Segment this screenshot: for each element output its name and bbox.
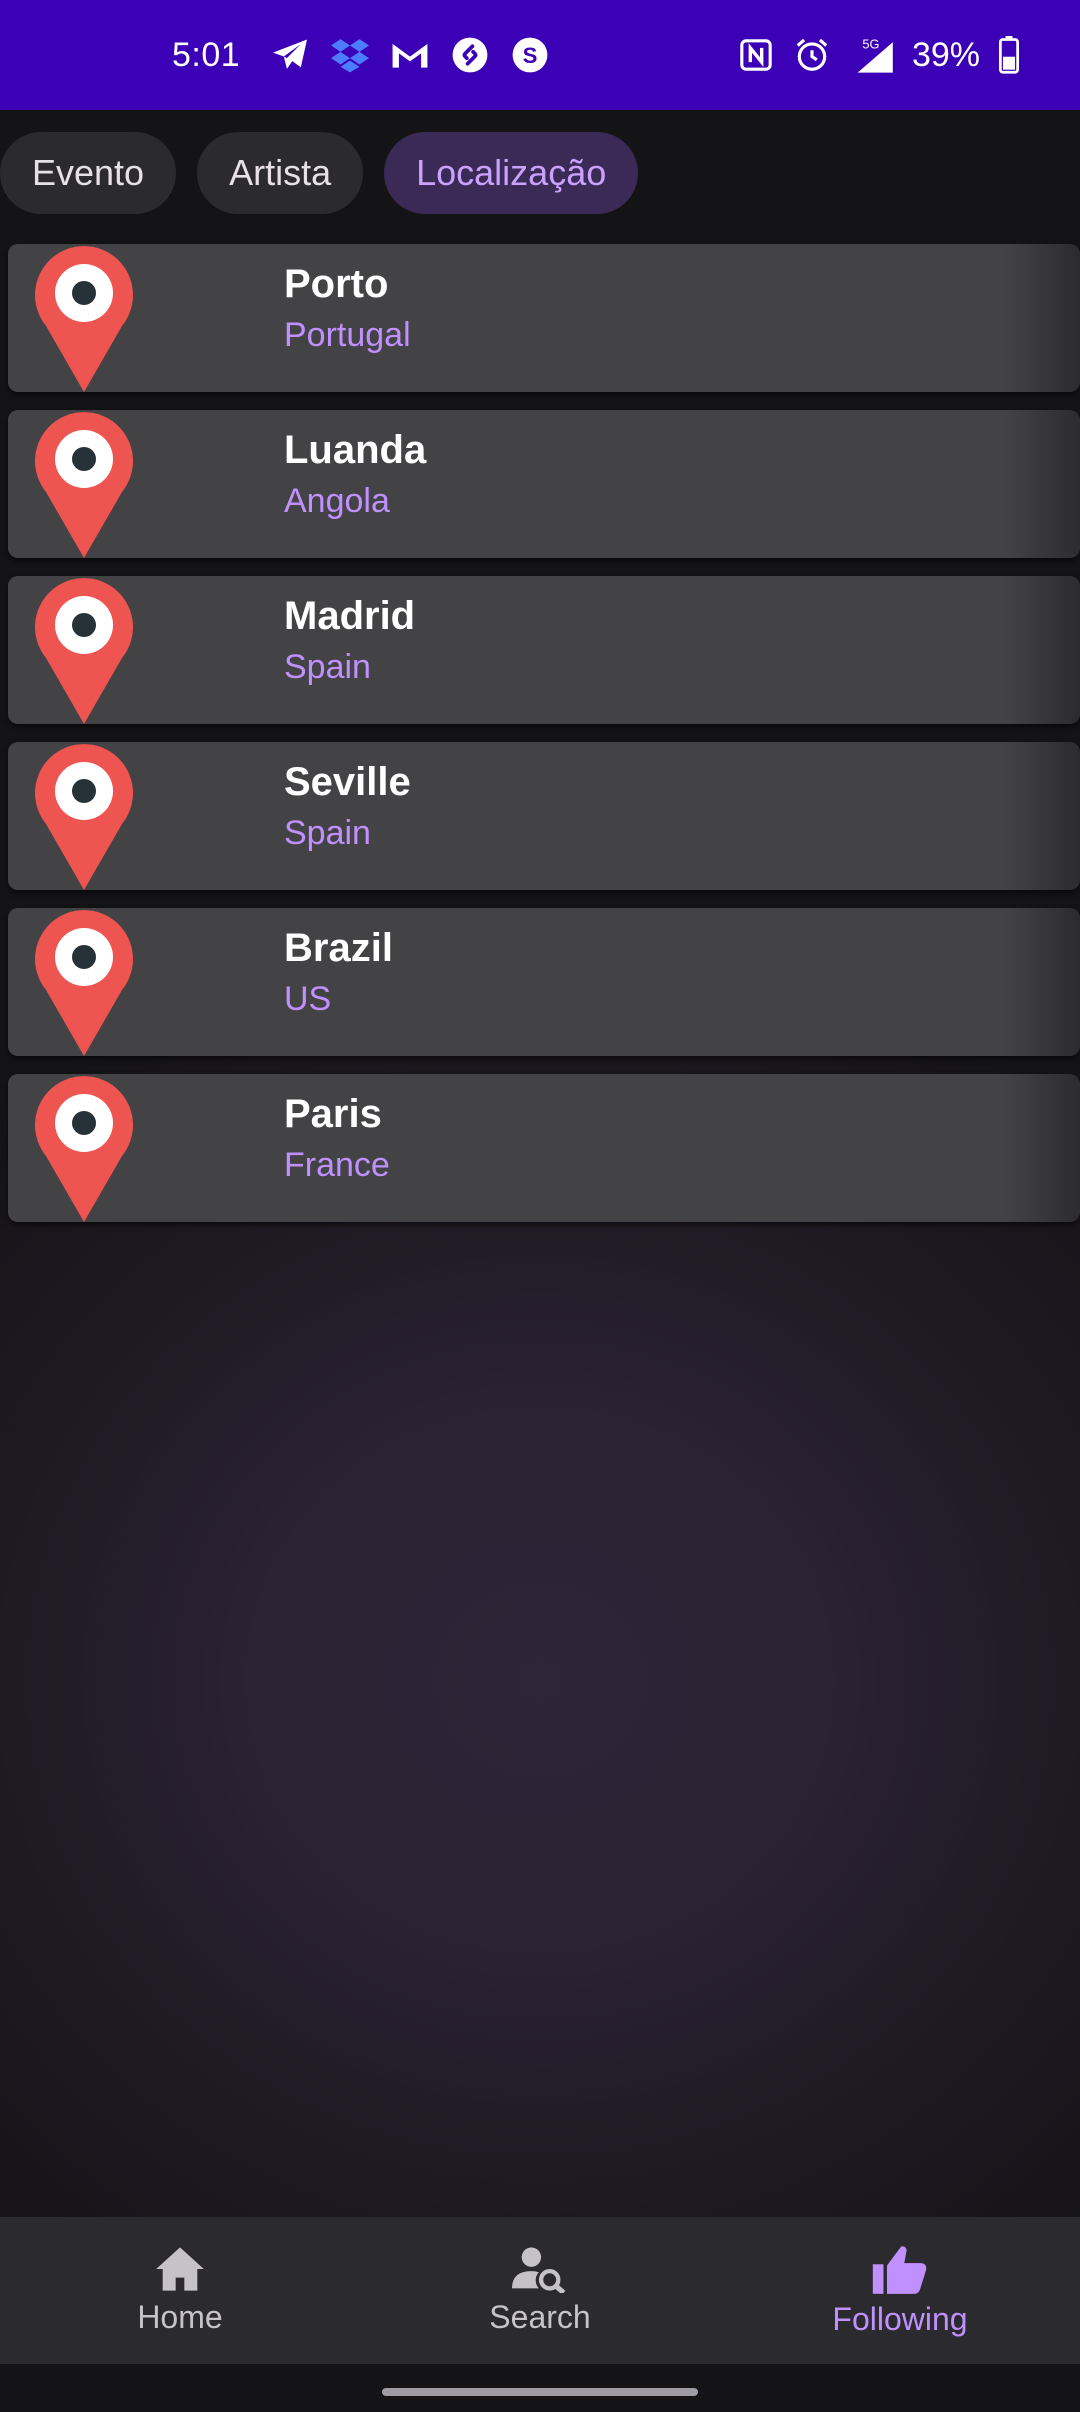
person-search-icon: [512, 2247, 566, 2293]
telegram-icon: [270, 35, 310, 75]
signal-icon: 5G: [848, 35, 896, 75]
location-card[interactable]: Brazil US: [8, 908, 1080, 1056]
location-country: Spain: [284, 648, 371, 686]
nav-following-label: Following: [832, 2301, 968, 2337]
battery-percent: 39%: [911, 35, 980, 74]
map-pin-icon: [35, 578, 133, 724]
location-name: Paris: [284, 1092, 382, 1136]
status-time: 5:01: [172, 35, 241, 74]
gesture-handle[interactable]: [382, 2388, 698, 2396]
status-bar: 5:01 S 5G 39%: [0, 0, 1080, 110]
map-pin-icon: [35, 412, 133, 558]
location-name: Porto: [284, 262, 389, 306]
home-icon: [156, 2247, 204, 2291]
location-card[interactable]: Madrid Spain: [8, 576, 1080, 724]
location-country: Spain: [284, 814, 371, 852]
map-pin-icon: [35, 246, 133, 392]
s-app-icon: S: [510, 35, 550, 75]
location-country: US: [284, 980, 332, 1018]
map-pin-icon: [35, 1076, 133, 1222]
nfc-icon: [736, 35, 776, 75]
location-country: France: [284, 1146, 390, 1184]
location-country: Angola: [284, 482, 390, 520]
map-pin-icon: [35, 744, 133, 890]
dropbox-icon: [330, 35, 370, 75]
nav-following[interactable]: Following: [720, 2217, 1080, 2364]
location-card[interactable]: Seville Spain: [8, 742, 1080, 890]
location-name: Luanda: [284, 428, 427, 472]
network-label: 5G: [862, 37, 879, 52]
nav-home-label: Home: [137, 2299, 223, 2335]
battery-icon: [996, 35, 1022, 75]
tab-evento[interactable]: Evento: [0, 132, 177, 214]
tab-localizacao[interactable]: Localização: [384, 132, 639, 214]
location-list: Porto Portugal Luanda Angola Madrid Spai…: [8, 244, 1080, 1240]
filter-tabs: Evento Artista Localização: [0, 132, 639, 214]
tab-artista[interactable]: Artista: [197, 132, 364, 214]
thumbs-up-icon: [872, 2246, 927, 2294]
location-name: Brazil: [284, 926, 393, 970]
nav-search-label: Search: [489, 2299, 591, 2335]
bottom-navigation: Home Search Following: [0, 2217, 1080, 2364]
location-name: Seville: [284, 760, 411, 804]
nav-home[interactable]: Home: [0, 2217, 360, 2364]
alarm-icon: [792, 35, 832, 75]
svg-text:S: S: [523, 43, 538, 68]
location-card[interactable]: Paris France: [8, 1074, 1080, 1222]
location-card[interactable]: Porto Portugal: [8, 244, 1080, 392]
gmail-icon: [390, 35, 430, 75]
nav-search[interactable]: Search: [360, 2217, 720, 2364]
shazam-icon: [450, 35, 490, 75]
location-country: Portugal: [284, 316, 411, 354]
location-name: Madrid: [284, 594, 416, 638]
map-pin-icon: [35, 910, 133, 1056]
location-card[interactable]: Luanda Angola: [8, 410, 1080, 558]
